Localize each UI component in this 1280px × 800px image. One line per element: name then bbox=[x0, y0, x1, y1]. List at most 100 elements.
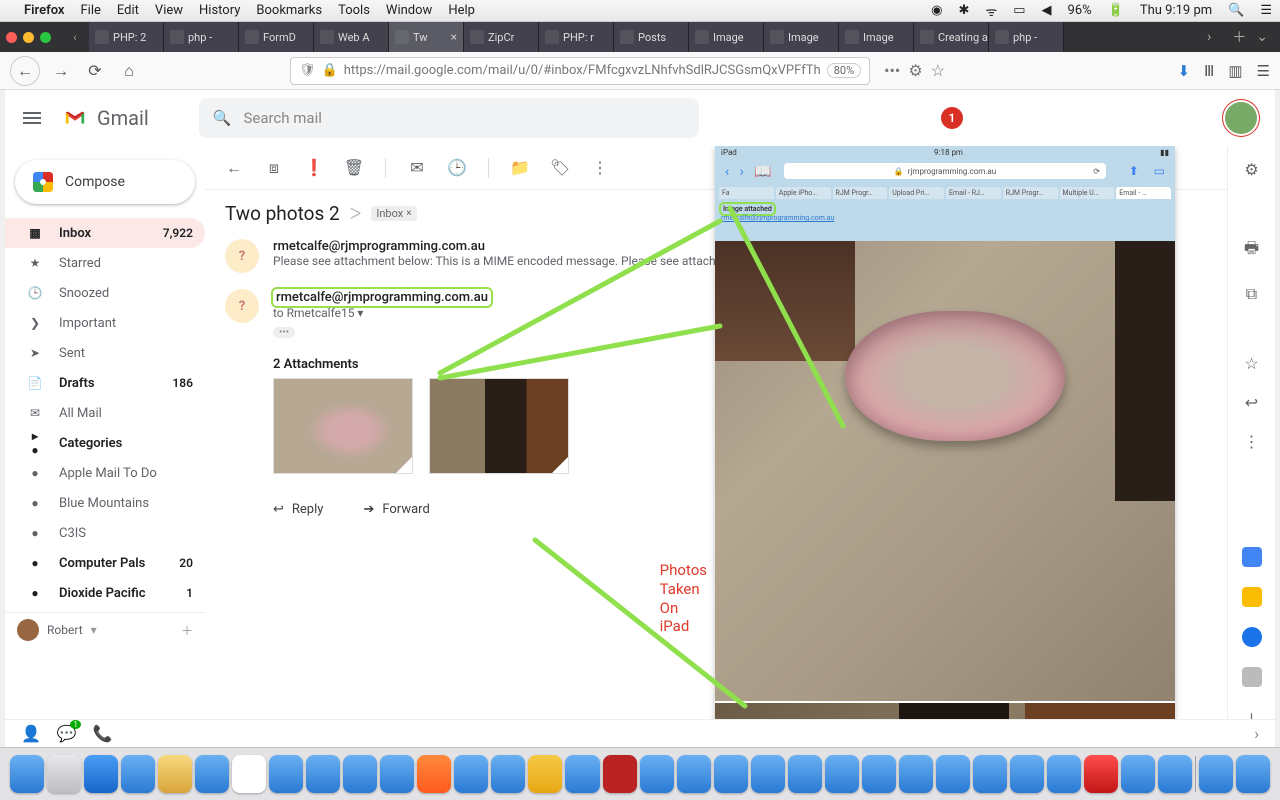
dock-app-icon[interactable] bbox=[603, 755, 637, 793]
dock-app-icon[interactable] bbox=[1010, 755, 1044, 793]
sidebar-item-computer-pals[interactable]: ●Computer Pals20 bbox=[5, 548, 205, 578]
menu-bookmarks[interactable]: Bookmarks bbox=[256, 3, 322, 18]
hangouts-user[interactable]: Robert ▾ ＋ bbox=[5, 612, 205, 647]
back-button[interactable]: ← bbox=[10, 56, 40, 86]
sidebar-item-inbox[interactable]: ▦Inbox7,922 bbox=[5, 218, 205, 248]
dock-app-icon[interactable] bbox=[899, 755, 933, 793]
browser-tab[interactable]: FormD bbox=[239, 22, 314, 52]
browser-tab[interactable]: Image bbox=[839, 22, 914, 52]
app-name[interactable]: Firefox bbox=[24, 3, 65, 18]
wifi-icon[interactable]: ᯤ bbox=[985, 2, 997, 20]
dock-app-icon[interactable] bbox=[825, 755, 859, 793]
dock-app-icon[interactable] bbox=[491, 755, 525, 793]
bookmark-star-icon[interactable]: ☆ bbox=[931, 61, 945, 80]
browser-tab[interactable]: Posts bbox=[614, 22, 689, 52]
volume-icon[interactable]: ◀ bbox=[1042, 3, 1052, 18]
browser-tab[interactable]: php - bbox=[989, 22, 1064, 52]
print-icon[interactable]: 🖶 bbox=[1244, 237, 1259, 264]
page-actions[interactable]: ••• bbox=[884, 61, 900, 80]
reply-button[interactable]: ↩Reply bbox=[273, 502, 323, 517]
dock-app-icon[interactable] bbox=[158, 755, 192, 793]
sidebar-item-c3is[interactable]: ●C3IS bbox=[5, 518, 205, 548]
sidebar-item-sent[interactable]: ➤Sent bbox=[5, 338, 205, 368]
sidebar-item-categories[interactable]: ▸ ●Categories bbox=[5, 428, 205, 458]
zoom-window[interactable] bbox=[40, 32, 51, 43]
dock-app-icon[interactable] bbox=[454, 755, 488, 793]
browser-tab[interactable]: Tw× bbox=[389, 22, 464, 52]
minimize-window[interactable] bbox=[23, 32, 34, 43]
spam-icon[interactable]: ❗ bbox=[305, 159, 323, 177]
dock-app-icon[interactable] bbox=[751, 755, 785, 793]
tasks-addon-icon[interactable] bbox=[1242, 627, 1262, 647]
panel-toggle-icon[interactable]: › bbox=[1254, 724, 1259, 743]
calendar-addon-icon[interactable] bbox=[1242, 547, 1262, 567]
sidebar-item-drafts[interactable]: 📄Drafts186 bbox=[5, 368, 205, 398]
dock-app-icon[interactable] bbox=[1199, 755, 1233, 793]
dock-app-icon[interactable] bbox=[1047, 755, 1081, 793]
delete-icon[interactable]: 🗑 bbox=[345, 159, 363, 177]
library-icon[interactable]: Ⅲ bbox=[1204, 62, 1214, 80]
list-icon[interactable]: ☰ bbox=[1260, 3, 1272, 18]
keep-addon-icon[interactable] bbox=[1242, 587, 1262, 607]
dock-app-icon[interactable] bbox=[47, 755, 81, 793]
dock-app-icon[interactable] bbox=[936, 755, 970, 793]
dock-app-icon[interactable] bbox=[195, 755, 229, 793]
zoom-badge[interactable]: 80% bbox=[827, 63, 861, 78]
browser-tab[interactable]: Image bbox=[764, 22, 839, 52]
menu-history[interactable]: History bbox=[199, 3, 240, 18]
sidebar-item-dioxide-pacific[interactable]: ●Dioxide Pacific1 bbox=[5, 578, 205, 608]
compose-button[interactable]: Compose bbox=[15, 160, 195, 204]
dock-app-icon[interactable] bbox=[677, 755, 711, 793]
attachment-thumbnail[interactable] bbox=[273, 378, 413, 474]
dock-app-icon[interactable] bbox=[714, 755, 748, 793]
browser-tab[interactable]: PHP: 2 bbox=[89, 22, 164, 52]
app-menu-icon[interactable]: ☰ bbox=[1257, 62, 1270, 80]
menu-edit[interactable]: Edit bbox=[117, 3, 139, 18]
add-icon[interactable]: ＋ bbox=[181, 622, 193, 639]
dock-app-icon[interactable] bbox=[1158, 755, 1192, 793]
menu-tools[interactable]: Tools bbox=[338, 3, 370, 18]
recipient-line[interactable]: to Rmetcalfe15 ▾ bbox=[273, 306, 491, 320]
new-tab-button[interactable]: ＋ bbox=[1232, 27, 1246, 47]
sidebar-item-starred[interactable]: ★Starred bbox=[5, 248, 205, 278]
tabs-dropdown[interactable]: ⌄ bbox=[1256, 29, 1268, 45]
url-bar[interactable]: 🛡 🔒 https://mail.google.com/mail/u/0/#in… bbox=[290, 57, 870, 85]
display-icon[interactable]: ▭ bbox=[1013, 3, 1025, 18]
dock-app-icon[interactable] bbox=[121, 755, 155, 793]
menu-window[interactable]: Window bbox=[386, 3, 432, 18]
hangouts-icon[interactable]: 💬1 bbox=[57, 724, 77, 743]
dock-app-icon[interactable] bbox=[417, 755, 451, 793]
dock-app-icon[interactable] bbox=[1121, 755, 1155, 793]
chevron-down-icon[interactable]: ▾ bbox=[91, 623, 97, 637]
main-menu-icon[interactable] bbox=[23, 117, 41, 119]
dock-app-icon[interactable] bbox=[84, 755, 118, 793]
downloads-icon[interactable]: ⬇ bbox=[1177, 62, 1190, 80]
drive-addon-icon[interactable] bbox=[1242, 667, 1262, 687]
dock-app-icon[interactable] bbox=[565, 755, 599, 793]
more-icon[interactable]: ⋮ bbox=[1244, 432, 1260, 451]
sidebar-item-important[interactable]: ❯Important bbox=[5, 308, 205, 338]
browser-tab[interactable]: PHP: r bbox=[539, 22, 614, 52]
spotlight-icon[interactable]: 🔍 bbox=[1228, 3, 1244, 18]
tab-next[interactable]: › bbox=[1196, 29, 1222, 45]
browser-tab[interactable]: Creating a bbox=[914, 22, 989, 52]
dock-app-icon[interactable] bbox=[10, 755, 44, 793]
sidebar-icon[interactable]: ▥ bbox=[1228, 62, 1242, 80]
more-icon[interactable]: ⋮ bbox=[591, 159, 609, 177]
sidebar-item-apple-mail-to-do[interactable]: ●Apple Mail To Do bbox=[5, 458, 205, 488]
status-icon[interactable]: ✱ bbox=[958, 3, 969, 18]
move-icon[interactable]: 📁 bbox=[511, 159, 529, 177]
menu-help[interactable]: Help bbox=[448, 3, 475, 18]
browser-tab[interactable]: Image bbox=[689, 22, 764, 52]
home-button[interactable]: ⌂ bbox=[116, 58, 142, 84]
shield-icon[interactable]: 🛡 bbox=[299, 63, 316, 78]
reload-button[interactable]: ⟳ bbox=[82, 58, 108, 84]
dock-app-icon[interactable] bbox=[1236, 755, 1270, 793]
sidebar-item-blue-mountains[interactable]: ●Blue Mountains bbox=[5, 488, 205, 518]
browser-tab[interactable]: ZipCr bbox=[464, 22, 539, 52]
dock-app-icon[interactable] bbox=[528, 755, 562, 793]
forward-button[interactable]: ➔Forward bbox=[363, 502, 429, 517]
browser-tab[interactable]: php - bbox=[164, 22, 239, 52]
gmail-logo[interactable]: Gmail bbox=[61, 106, 149, 130]
dock-app-icon[interactable] bbox=[343, 755, 377, 793]
